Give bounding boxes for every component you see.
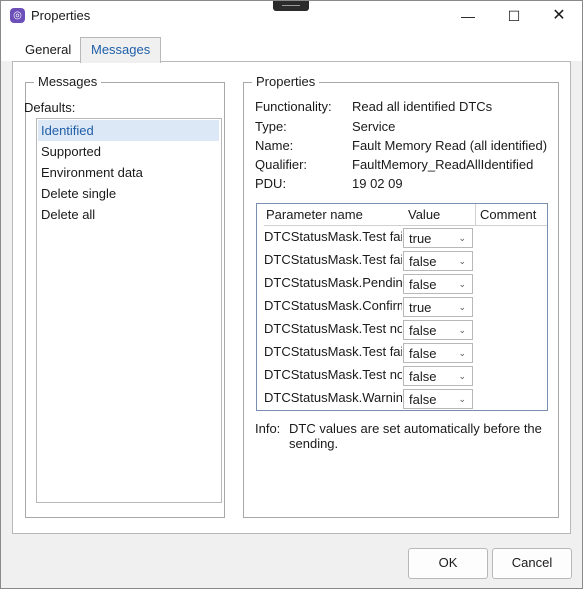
value-dropdown[interactable]: false ⌄	[403, 366, 473, 386]
qualifier-label: Qualifier:	[255, 157, 308, 172]
value-dropdown[interactable]: false ⌄	[403, 389, 473, 409]
value-dropdown[interactable]: true ⌄	[403, 297, 473, 317]
list-item-supported[interactable]: Supported	[38, 141, 219, 162]
window-title: Properties	[31, 8, 91, 23]
parameter-name-cell[interactable]: DTCStatusMask.Test fail	[264, 249, 402, 271]
value-dropdown-text: false	[409, 346, 437, 361]
parameter-name-cell[interactable]: DTCStatusMask.Warning	[264, 387, 402, 409]
ok-button[interactable]: OK	[408, 548, 488, 579]
value-dropdown-text: false	[409, 277, 437, 292]
chevron-down-icon: ⌄	[458, 302, 466, 312]
value-dropdown[interactable]: false ⌄	[403, 320, 473, 340]
functionality-value: Read all identified DTCs	[352, 99, 493, 114]
value-dropdown[interactable]: true ⌄	[403, 228, 473, 248]
list-item-delete-single[interactable]: Delete single	[38, 183, 219, 204]
pdu-value: 19 02 09	[352, 176, 403, 191]
chevron-down-icon: ⌄	[458, 348, 466, 358]
defaults-listbox[interactable]: Identified Supported Environment data De…	[36, 118, 222, 503]
pdu-label: PDU:	[255, 176, 287, 191]
value-dropdown-text: false	[409, 369, 437, 384]
messages-group-title: Messages	[34, 74, 102, 89]
value-dropdown-text: true	[409, 231, 432, 246]
value-dropdown-text: false	[409, 254, 437, 269]
chevron-down-icon: ⌄	[458, 394, 466, 404]
maximize-button[interactable]: ☐	[491, 1, 537, 31]
functionality-label: Functionality:	[255, 99, 332, 114]
chevron-down-icon: ⌄	[458, 279, 466, 289]
parameter-name-cell[interactable]: DTCStatusMask.Test not	[264, 364, 402, 386]
parameter-name-cell[interactable]: DTCStatusMask.Confirm	[264, 295, 402, 317]
tab-messages[interactable]: Messages	[80, 37, 162, 63]
name-value: Fault Memory Read (all identified)	[352, 138, 548, 153]
value-dropdown-text: false	[409, 392, 437, 407]
value-dropdown[interactable]: false ⌄	[403, 343, 473, 363]
chevron-down-icon: ⌄	[458, 256, 466, 266]
chevron-down-icon: ⌄	[458, 233, 466, 243]
defaults-label: Defaults:	[24, 100, 76, 115]
type-value: Service	[352, 119, 396, 134]
list-item-identified[interactable]: Identified	[38, 120, 219, 141]
list-item-delete-all[interactable]: Delete all	[38, 204, 219, 225]
properties-window: ◎ Properties — ☐ ✕ General Messages Mess…	[0, 0, 583, 589]
chevron-down-icon: ⌄	[458, 325, 466, 335]
qualifier-value: FaultMemory_ReadAllIdentified	[352, 157, 534, 172]
column-header-parameter-name[interactable]: Parameter name	[264, 204, 406, 226]
parameter-grid[interactable]: Parameter name Value Comment DTCStatusMa…	[256, 203, 548, 411]
minimize-button[interactable]: —	[445, 1, 491, 31]
name-label: Name:	[255, 138, 294, 153]
value-dropdown-text: false	[409, 323, 437, 338]
chevron-down-icon: ⌄	[458, 371, 466, 381]
parameter-name-cell[interactable]: DTCStatusMask.Test fail	[264, 226, 402, 248]
title-bar[interactable]: ◎ Properties — ☐ ✕	[1, 1, 582, 31]
list-item-environment-data[interactable]: Environment data	[38, 162, 219, 183]
info-text: DTC values are set automatically before …	[289, 421, 542, 451]
parameter-name-cell[interactable]: DTCStatusMask.Test not	[264, 318, 402, 340]
info-label: Info:	[255, 421, 281, 436]
app-icon: ◎	[10, 8, 25, 23]
column-header-value[interactable]: Value	[405, 204, 476, 226]
properties-group-title: Properties	[252, 74, 320, 89]
tab-general[interactable]: General	[15, 39, 81, 61]
close-button[interactable]: ✕	[536, 1, 582, 31]
drag-grip[interactable]	[273, 1, 309, 11]
cancel-button[interactable]: Cancel	[492, 548, 572, 579]
value-dropdown-text: true	[409, 300, 432, 315]
column-header-comment[interactable]: Comment	[476, 204, 547, 226]
parameter-name-cell[interactable]: DTCStatusMask.Pending	[264, 272, 402, 294]
parameter-name-cell[interactable]: DTCStatusMask.Test fail	[264, 341, 402, 363]
value-dropdown[interactable]: false ⌄	[403, 274, 473, 294]
type-label: Type:	[255, 119, 287, 134]
value-dropdown[interactable]: false ⌄	[403, 251, 473, 271]
